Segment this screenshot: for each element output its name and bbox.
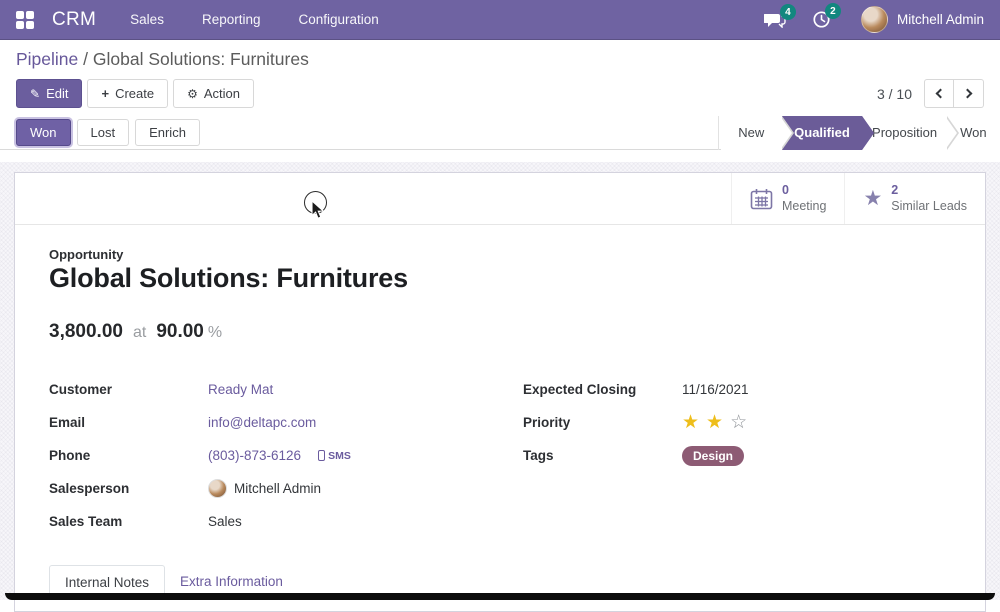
stage-new[interactable]: New	[721, 116, 782, 150]
field-tags: Tags Design	[523, 439, 951, 472]
chevron-left-icon	[936, 89, 946, 99]
field-column-right: Expected Closing 11/16/2021 Priority ★ ★…	[523, 373, 951, 538]
plus-icon: +	[101, 86, 109, 101]
salesperson-avatar	[208, 479, 227, 498]
chevron-right-icon	[962, 89, 972, 99]
revenue-amount: 3,800.00	[49, 321, 123, 343]
phone-label: Phone	[49, 448, 208, 463]
field-phone: Phone (803)-873-6126 SMS	[49, 439, 477, 472]
top-navbar: CRM Sales Reporting Configuration 4 2 Mi…	[0, 0, 1000, 40]
breadcrumb: Pipeline / Global Solutions: Furnitures	[16, 49, 984, 70]
form-sheet: Opportunity Global Solutions: Furnitures…	[15, 225, 985, 599]
record-card: 0 Meeting ★ 2 Similar Leads Opportunity …	[14, 172, 986, 612]
action-button[interactable]: ⚙ Action	[173, 79, 254, 108]
messages-icon[interactable]: 4	[764, 11, 786, 28]
record-type-label: Opportunity	[49, 247, 951, 262]
breadcrumb-current: Global Solutions: Furnitures	[93, 49, 309, 69]
calendar-icon	[750, 188, 773, 210]
user-name[interactable]: Mitchell Admin	[897, 12, 984, 27]
pager-next-button[interactable]	[954, 79, 984, 108]
customer-link[interactable]: Ready Mat	[208, 382, 273, 397]
field-grid: Customer Ready Mat Email info@deltapc.co…	[49, 373, 951, 538]
meeting-label: Meeting	[782, 199, 826, 215]
breadcrumb-separator: /	[83, 49, 93, 69]
user-avatar[interactable]	[861, 6, 888, 33]
won-button[interactable]: Won	[16, 119, 71, 146]
field-column-left: Customer Ready Mat Email info@deltapc.co…	[49, 373, 477, 538]
email-link[interactable]: info@deltapc.com	[208, 415, 316, 430]
similar-leads-count: 2	[891, 183, 967, 199]
stage-qualified[interactable]: Qualified	[782, 116, 863, 150]
record-pager: 3 / 10	[877, 79, 984, 108]
star-filled-icon[interactable]: ★	[682, 413, 699, 432]
expected-closing-label: Expected Closing	[523, 382, 682, 397]
sms-label: SMS	[328, 450, 351, 462]
priority-label: Priority	[523, 415, 682, 430]
create-button-label: Create	[115, 86, 154, 101]
nav-menu-configuration[interactable]: Configuration	[299, 12, 379, 27]
gear-icon: ⚙	[187, 87, 198, 101]
expected-revenue: 3,800.00 at 90.00 %	[49, 321, 951, 343]
email-label: Email	[49, 415, 208, 430]
salesperson-label: Salesperson	[49, 481, 208, 496]
mobile-phone-icon	[318, 450, 325, 461]
stat-button-box: 0 Meeting ★ 2 Similar Leads	[15, 173, 985, 225]
control-panel: Pipeline / Global Solutions: Furnitures …	[0, 40, 1000, 116]
phone-link[interactable]: (803)-873-6126	[208, 448, 301, 463]
sms-button[interactable]: SMS	[318, 450, 351, 462]
star-icon: ★	[863, 188, 882, 209]
probability-value: 90.00	[156, 321, 204, 343]
customer-label: Customer	[49, 382, 208, 397]
window-bottom-edge	[5, 593, 995, 600]
field-customer: Customer Ready Mat	[49, 373, 477, 406]
app-title[interactable]: CRM	[52, 9, 96, 31]
meeting-stat-button[interactable]: 0 Meeting	[731, 173, 844, 224]
sales-team-value[interactable]: Sales	[208, 514, 242, 529]
field-priority: Priority ★ ★ ☆	[523, 406, 951, 439]
stage-pipeline: New Qualified Proposition Won	[718, 116, 1000, 150]
breadcrumb-pipeline-link[interactable]: Pipeline	[16, 49, 78, 69]
edit-button[interactable]: ✎ Edit	[16, 79, 82, 108]
apps-grid-icon[interactable]	[16, 11, 34, 29]
field-expected-closing: Expected Closing 11/16/2021	[523, 373, 951, 406]
create-button[interactable]: + Create	[87, 79, 168, 108]
stage-proposition[interactable]: Proposition	[862, 116, 946, 150]
pencil-icon: ✎	[30, 87, 40, 101]
messages-count-badge: 4	[780, 4, 796, 20]
at-word: at	[133, 324, 146, 342]
pager-previous-button[interactable]	[924, 79, 954, 108]
mouse-cursor	[311, 200, 325, 220]
field-salesperson: Salesperson Mitchell Admin	[49, 472, 477, 505]
lost-button[interactable]: Lost	[77, 119, 130, 146]
sales-team-label: Sales Team	[49, 514, 208, 529]
tag-design-badge: Design	[682, 446, 744, 466]
field-sales-team: Sales Team Sales	[49, 505, 477, 538]
priority-stars: ★ ★ ☆	[682, 413, 747, 432]
page-title: Global Solutions: Furnitures	[49, 263, 951, 294]
star-filled-icon[interactable]: ★	[706, 413, 723, 432]
activities-count-badge: 2	[825, 3, 841, 19]
percent-sign: %	[208, 324, 222, 342]
nav-menu-reporting[interactable]: Reporting	[202, 12, 261, 27]
form-background: 0 Meeting ★ 2 Similar Leads Opportunity …	[0, 162, 1000, 600]
star-empty-icon[interactable]: ☆	[730, 413, 747, 432]
field-email: Email info@deltapc.com	[49, 406, 477, 439]
activities-icon[interactable]: 2	[812, 10, 831, 29]
pager-value: 3 / 10	[877, 86, 912, 102]
enrich-button[interactable]: Enrich	[135, 119, 200, 146]
similar-leads-label: Similar Leads	[891, 199, 967, 215]
nav-menu-sales[interactable]: Sales	[130, 12, 164, 27]
salesperson-value[interactable]: Mitchell Admin	[234, 481, 321, 496]
statusbar: Won Lost Enrich New Qualified Propositio…	[0, 116, 1000, 150]
action-button-label: Action	[204, 86, 240, 101]
expected-closing-value: 11/16/2021	[682, 382, 749, 397]
meeting-count: 0	[782, 183, 826, 199]
edit-button-label: Edit	[46, 86, 68, 101]
tags-label: Tags	[523, 448, 682, 463]
similar-leads-stat-button[interactable]: ★ 2 Similar Leads	[844, 173, 985, 224]
